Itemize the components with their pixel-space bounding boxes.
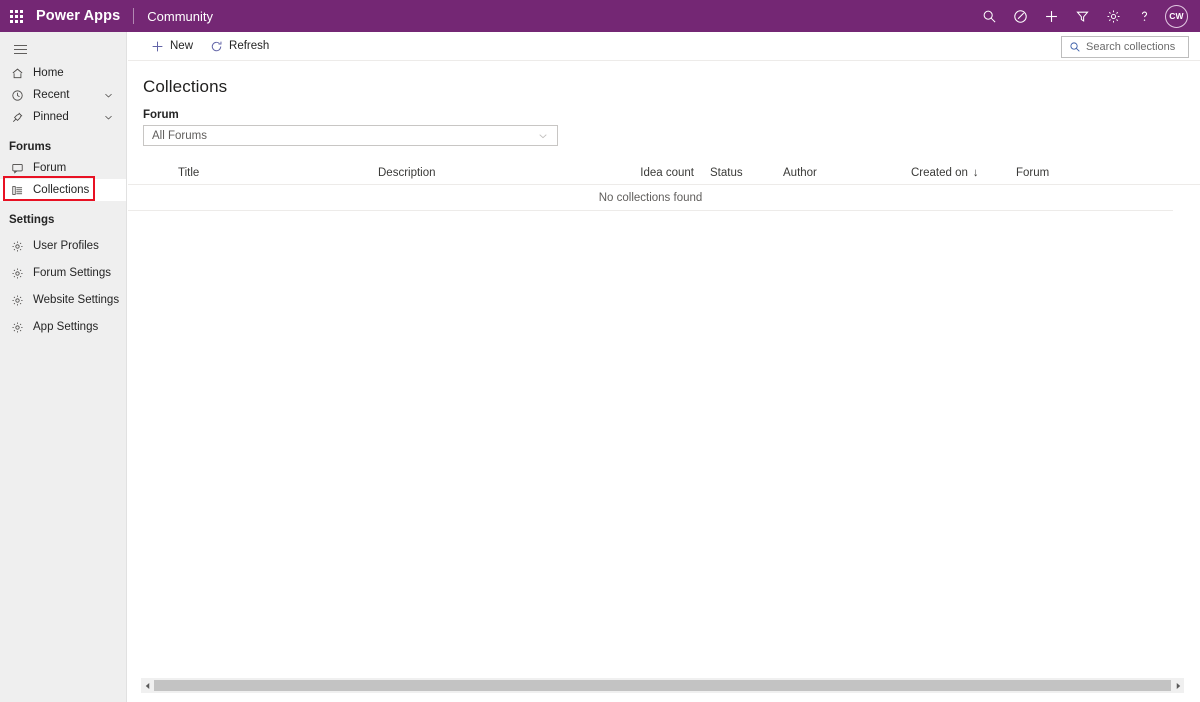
gear-icon xyxy=(9,319,26,335)
horizontal-scrollbar-thumb[interactable] xyxy=(154,680,1171,691)
plus-icon xyxy=(150,39,165,54)
forum-icon xyxy=(9,160,26,176)
forum-filter-value: All Forums xyxy=(152,129,207,142)
forum-filter-label: Forum xyxy=(143,109,179,121)
app-launcher-waffle-icon[interactable] xyxy=(0,0,32,32)
forum-filter: Forum All Forums xyxy=(128,97,1200,146)
gear-icon[interactable] xyxy=(1098,0,1129,32)
horizontal-scrollbar[interactable] xyxy=(141,678,1184,693)
column-header-author[interactable]: Author xyxy=(775,167,903,179)
main-content: Collections Forum All Forums Title Descr… xyxy=(128,61,1200,678)
refresh-button[interactable]: Refresh xyxy=(201,32,277,61)
sidebar-item-label: Forum xyxy=(33,162,67,174)
pin-icon xyxy=(9,109,26,125)
help-icon[interactable] xyxy=(1129,0,1160,32)
grid-header-row: Title Description Idea count Status Auth… xyxy=(128,162,1200,185)
sidebar-item-label: Website Settings xyxy=(33,294,120,306)
sidebar-item-website-settings[interactable]: Website Settings xyxy=(0,289,126,311)
collections-grid: Title Description Idea count Status Auth… xyxy=(128,162,1200,211)
new-button[interactable]: New xyxy=(142,32,201,61)
header-actions: CW xyxy=(974,0,1200,32)
column-header-created-on[interactable]: Created on ↓ xyxy=(903,167,1008,179)
column-header-title[interactable]: Title xyxy=(170,167,370,179)
gear-icon xyxy=(9,292,26,308)
sidebar-item-user-profiles[interactable]: User Profiles xyxy=(0,235,126,257)
list-icon xyxy=(9,182,26,198)
command-bar: New Refresh xyxy=(128,32,1200,61)
avatar[interactable]: CW xyxy=(1165,4,1188,28)
sidebar-item-label: Recent xyxy=(33,89,70,101)
sidebar-item-pinned[interactable]: Pinned xyxy=(0,106,126,128)
refresh-icon xyxy=(209,39,224,54)
refresh-button-label: Refresh xyxy=(229,40,270,52)
column-header-forum[interactable]: Forum xyxy=(1008,167,1128,179)
sidebar-item-collections[interactable]: Collections xyxy=(0,179,126,201)
sidebar-item-recent[interactable]: Recent xyxy=(0,84,126,106)
search-icon[interactable] xyxy=(974,0,1005,32)
sort-descending-icon: ↓ xyxy=(972,167,979,179)
sidebar-item-label: Collections xyxy=(33,184,90,196)
app-subtitle: Community xyxy=(147,8,214,24)
search-box[interactable] xyxy=(1061,36,1189,58)
header-divider xyxy=(133,8,135,24)
sidebar-item-label: User Profiles xyxy=(33,240,99,252)
chevron-down-icon[interactable] xyxy=(103,112,114,123)
column-header-description[interactable]: Description xyxy=(370,167,632,179)
search-icon xyxy=(1069,41,1081,53)
sidebar-item-home[interactable]: Home xyxy=(0,62,126,84)
assist-icon[interactable] xyxy=(1005,0,1036,32)
sidebar-item-label: App Settings xyxy=(33,321,99,333)
app-header: Power Apps Community CW xyxy=(0,0,1200,32)
search-input[interactable] xyxy=(1086,41,1184,53)
filter-icon[interactable] xyxy=(1067,0,1098,32)
sidebar-group-forums: Forums xyxy=(9,140,52,153)
gear-icon xyxy=(9,238,26,254)
scroll-right-arrow[interactable] xyxy=(1172,678,1184,693)
chevron-down-icon[interactable] xyxy=(103,90,114,101)
plus-icon[interactable] xyxy=(1036,0,1067,32)
column-header-created-on-label: Created on xyxy=(911,167,968,179)
brand-title[interactable]: Power Apps xyxy=(36,8,120,24)
gear-icon xyxy=(9,265,26,281)
page-title: Collections xyxy=(143,77,228,96)
home-icon xyxy=(9,65,26,81)
sidebar-item-label: Forum Settings xyxy=(33,267,111,279)
clock-icon xyxy=(9,87,26,103)
grid-empty-message: No collections found xyxy=(128,185,1173,211)
column-header-idea-count[interactable]: Idea count xyxy=(632,167,702,179)
sidebar-item-label: Home xyxy=(33,67,64,79)
sidebar-item-label: Pinned xyxy=(33,111,69,123)
sidebar-item-forum-settings[interactable]: Forum Settings xyxy=(0,262,126,284)
chevron-down-icon xyxy=(537,130,549,142)
forum-filter-dropdown[interactable]: All Forums xyxy=(143,125,558,146)
hamburger-menu-button[interactable] xyxy=(0,36,40,62)
scroll-left-arrow[interactable] xyxy=(141,678,153,693)
column-header-status[interactable]: Status xyxy=(702,167,775,179)
sidebar: Home Recent Pinned Forums Forum Collecti… xyxy=(0,32,127,702)
sidebar-item-forum[interactable]: Forum xyxy=(0,157,126,179)
sidebar-item-app-settings[interactable]: App Settings xyxy=(0,316,126,338)
new-button-label: New xyxy=(170,40,194,52)
sidebar-group-settings: Settings xyxy=(9,213,55,226)
